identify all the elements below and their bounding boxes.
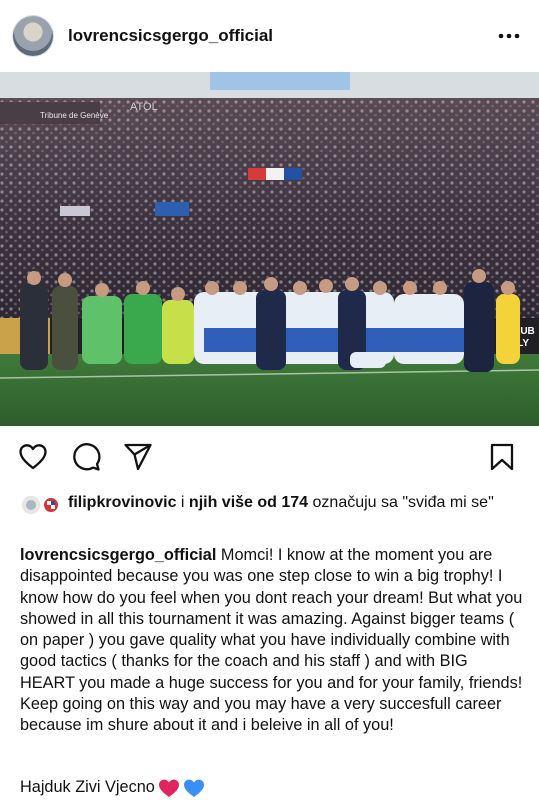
likes-row[interactable]: filipkrovinovic i njih više od 174 označ… bbox=[20, 490, 530, 540]
action-bar bbox=[0, 426, 539, 488]
share-icon[interactable] bbox=[123, 442, 153, 472]
heart-icon[interactable] bbox=[18, 442, 48, 472]
likes-connector: i bbox=[176, 494, 189, 511]
likes-suffix: označuju sa "sviđa mi se" bbox=[308, 494, 494, 511]
caption: lovrencsicsgergo_official Momci! I know … bbox=[20, 545, 526, 737]
post-username[interactable]: lovrencsicsgergo_official bbox=[68, 26, 273, 46]
stand-text: Tribune de Genève bbox=[40, 111, 109, 120]
likes-count[interactable]: njih više od 174 bbox=[189, 494, 308, 511]
comment-icon[interactable] bbox=[71, 442, 101, 472]
liker-avatars bbox=[20, 494, 62, 516]
team-photo: Tribune de Genève ATOL CLUB ULY bbox=[0, 72, 539, 426]
red-heart-icon bbox=[158, 779, 179, 797]
likes-user[interactable]: filipkrovinovic bbox=[68, 494, 176, 511]
post-photo[interactable]: Tribune de Genève ATOL CLUB ULY bbox=[0, 72, 539, 426]
likes-text: filipkrovinovic i njih više od 174 označ… bbox=[68, 492, 528, 514]
bookmark-icon[interactable] bbox=[487, 442, 517, 472]
caption-closing: Hajduk Zivi Vjecno bbox=[20, 776, 205, 798]
board-text: ATOL bbox=[130, 101, 158, 113]
closing-text: Hajduk Zivi Vjecno bbox=[20, 778, 155, 796]
blue-heart-icon bbox=[183, 779, 204, 797]
avatar[interactable] bbox=[13, 16, 53, 56]
caption-text: Momci! I know at the moment you are disa… bbox=[20, 546, 523, 735]
post-header: lovrencsicsgergo_official bbox=[0, 0, 539, 72]
caption-username[interactable]: lovrencsicsgergo_official bbox=[20, 546, 216, 564]
more-icon[interactable] bbox=[497, 30, 521, 42]
